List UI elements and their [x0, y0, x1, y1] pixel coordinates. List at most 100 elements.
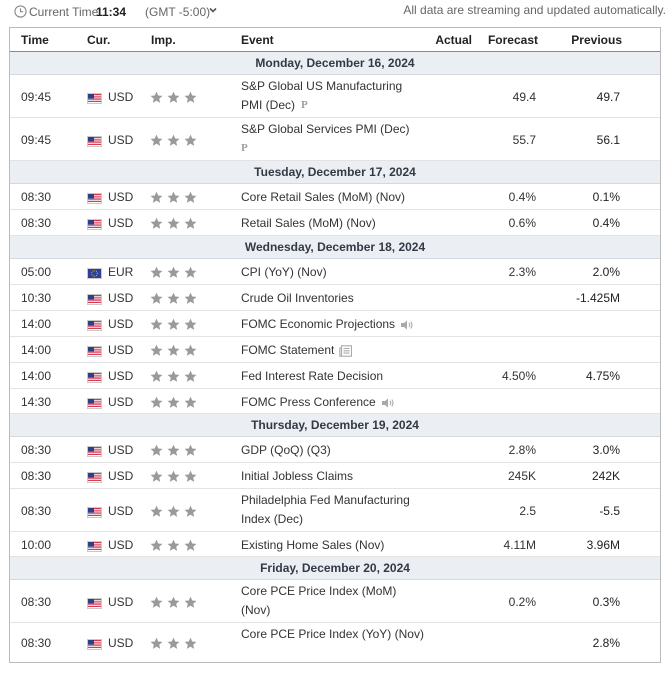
event-forecast: 0.2% — [508, 595, 536, 609]
star-icon — [167, 292, 180, 304]
event-name[interactable]: CPI (YoY) (Nov) — [241, 263, 426, 282]
day-header: Thursday, December 19, 2024 — [10, 414, 660, 437]
event-row[interactable]: 09:45 USD S&P Global US Manufacturing PMI … — [10, 75, 660, 118]
importance-stars — [150, 596, 199, 609]
event-title[interactable]: Initial Jobless Claims — [241, 469, 353, 483]
star-icon — [150, 370, 163, 382]
star-icon — [184, 91, 197, 103]
event-currency: USD — [108, 538, 134, 552]
us-flag — [87, 472, 102, 483]
event-forecast: 0.6% — [508, 216, 536, 230]
star-icon — [184, 134, 197, 146]
event-title[interactable]: Core Retail Sales (MoM) (Nov) — [241, 190, 405, 204]
event-currency: USD — [108, 595, 134, 609]
event-row[interactable]: 14:00 USD FOMC Economic Projections — [10, 311, 660, 337]
event-currency: USD — [108, 317, 134, 331]
star-icon — [184, 217, 197, 229]
star-icon — [150, 470, 163, 482]
speaker-icon — [381, 398, 394, 408]
importance-stars — [150, 266, 199, 279]
event-name[interactable]: FOMC Press Conference — [241, 393, 426, 412]
event-row[interactable]: 14:00 USD FOMC Statement — [10, 337, 660, 363]
event-row[interactable]: 14:30 USD FOMC Press Conference — [10, 389, 660, 414]
event-row[interactable]: 08:30 USD Retail Sales (MoM) (Nov) 0.6% 0.4% — [10, 210, 660, 236]
header-previous: Previous — [571, 33, 622, 47]
event-row[interactable]: 05:00 EUR CPI (YoY) (Nov) 2.3% 2.0% — [10, 259, 660, 285]
star-icon — [150, 539, 163, 551]
event-title[interactable]: GDP (QoQ) (Q3) — [241, 443, 331, 457]
event-name[interactable]: Core Retail Sales (MoM) (Nov) — [241, 188, 426, 207]
event-title[interactable]: Core PCE Price Index (MoM) (Nov) — [241, 584, 396, 617]
event-title[interactable]: Existing Home Sales (Nov) — [241, 538, 384, 552]
star-icon — [184, 191, 197, 203]
event-name[interactable]: Initial Jobless Claims — [241, 467, 426, 486]
star-icon — [150, 396, 163, 408]
event-currency: USD — [108, 369, 134, 383]
star-icon — [150, 318, 163, 330]
event-name[interactable]: Core PCE Price Index (YoY) (Nov) — [241, 625, 426, 644]
event-row[interactable]: 10:30 USD Crude Oil Inventories -1.425M — [10, 285, 660, 311]
economic-calendar-table: Time Cur. Imp. Event Actual Forecast Pre… — [9, 27, 661, 663]
event-forecast: 0.4% — [508, 190, 536, 204]
us-flag — [87, 294, 102, 305]
event-currency: USD — [108, 291, 134, 305]
day-header: Wednesday, December 18, 2024 — [10, 236, 660, 259]
event-name[interactable]: Philadelphia Fed Manufacturing Index (De… — [241, 491, 426, 529]
event-name[interactable]: Crude Oil Inventories — [241, 289, 426, 308]
event-time: 09:45 — [21, 133, 52, 147]
event-name[interactable]: Core PCE Price Index (MoM) (Nov) — [241, 582, 426, 620]
event-forecast: 2.3% — [508, 265, 536, 279]
event-row[interactable]: 08:30 USD Core PCE Price Index (MoM) (Nov)… — [10, 580, 660, 623]
event-previous: 0.4% — [592, 216, 620, 230]
event-time: 08:30 — [21, 190, 52, 204]
event-currency: USD — [108, 343, 134, 357]
event-forecast: 2.8% — [508, 443, 536, 457]
event-title[interactable]: Fed Interest Rate Decision — [241, 369, 383, 383]
event-name[interactable]: GDP (QoQ) (Q3) — [241, 441, 426, 460]
star-icon — [167, 266, 180, 278]
event-row[interactable]: 08:30 USD Core PCE Price Index (YoY) (Nov)… — [10, 623, 660, 662]
event-previous: -1.425M — [575, 291, 620, 305]
timezone-selector[interactable]: (GMT -5:00) — [145, 5, 210, 19]
event-previous: 3.96M — [586, 538, 620, 552]
event-name[interactable]: S&P Global Services PMI (Dec) P — [241, 120, 426, 158]
importance-stars — [150, 191, 199, 204]
event-name[interactable]: Fed Interest Rate Decision — [241, 367, 426, 386]
importance-stars — [150, 539, 199, 552]
event-name[interactable]: Retail Sales (MoM) (Nov) — [241, 214, 426, 233]
event-row[interactable]: 14:00 USD Fed Interest Rate Decision 4.50% 4… — [10, 363, 660, 389]
event-row[interactable]: 08:30 USD GDP (QoQ) (Q3) 2.8% 3.0% — [10, 437, 660, 463]
event-title[interactable]: Crude Oil Inventories — [241, 291, 354, 305]
event-title[interactable]: FOMC Economic Projections — [241, 317, 395, 331]
event-row[interactable]: 08:30 USD Core Retail Sales (MoM) (Nov) 0.4… — [10, 184, 660, 210]
chevron-down-icon[interactable] — [208, 5, 218, 15]
event-title[interactable]: FOMC Statement — [241, 343, 334, 357]
event-title[interactable]: S&P Global US Manufacturing PMI (Dec) — [241, 79, 402, 112]
event-name[interactable]: S&P Global US Manufacturing PMI (Dec) P — [241, 77, 426, 115]
event-name[interactable]: Existing Home Sales (Nov) — [241, 536, 426, 555]
event-currency: USD — [108, 90, 134, 104]
event-name[interactable]: FOMC Economic Projections — [241, 315, 426, 334]
event-forecast: 2.5 — [519, 504, 536, 518]
event-title[interactable]: S&P Global Services PMI (Dec) — [241, 122, 410, 136]
event-name[interactable]: FOMC Statement — [241, 341, 426, 360]
event-title[interactable]: Retail Sales (MoM) (Nov) — [241, 216, 376, 230]
star-icon — [150, 217, 163, 229]
us-flag — [87, 372, 102, 383]
star-icon — [167, 370, 180, 382]
event-row[interactable]: 08:30 USD Philadelphia Fed Manufacturing I… — [10, 489, 660, 532]
event-row[interactable]: 10:00 USD Existing Home Sales (Nov) 4.11M 3.… — [10, 532, 660, 557]
event-row[interactable]: 09:45 USD S&P Global Services PMI (Dec) P 55… — [10, 118, 660, 161]
day-header: Monday, December 16, 2024 — [10, 52, 660, 75]
event-currency: USD — [108, 469, 134, 483]
star-icon — [167, 91, 180, 103]
importance-stars — [150, 396, 199, 409]
event-title[interactable]: CPI (YoY) (Nov) — [241, 265, 327, 279]
event-title[interactable]: Core PCE Price Index (YoY) (Nov) — [241, 627, 424, 641]
event-row[interactable]: 08:30 USD Initial Jobless Claims 245K 242K — [10, 463, 660, 489]
star-icon — [150, 444, 163, 456]
event-title[interactable]: FOMC Press Conference — [241, 395, 376, 409]
star-icon — [167, 539, 180, 551]
event-title[interactable]: Philadelphia Fed Manufacturing Index (De… — [241, 493, 410, 526]
event-time: 05:00 — [21, 265, 52, 279]
